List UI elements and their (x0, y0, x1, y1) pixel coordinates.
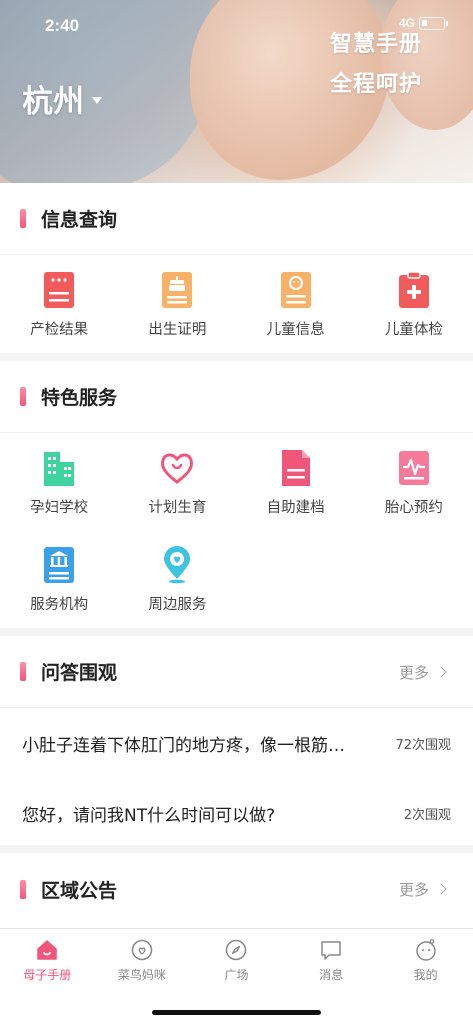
tab-plaza[interactable]: 广场 (189, 929, 284, 991)
service-label: 周边服务 (148, 597, 207, 613)
section-title: 特色服务 (41, 387, 118, 409)
service-label: 自助建档 (266, 500, 325, 516)
school-building-icon (44, 452, 75, 486)
city-name: 杭州 (22, 84, 84, 120)
section-marker (20, 387, 26, 406)
chat-heart-icon (131, 939, 153, 961)
qa-more-link[interactable]: 更多 (398, 636, 447, 708)
city-selector[interactable]: 杭州 (22, 76, 102, 121)
medical-clipboard-icon (398, 271, 429, 308)
qa-section: 问答围观 更多 小肚子连着下体肛门的地方疼，像一根筋… 72次围观 您好，请问我… (0, 636, 473, 845)
tab-label: 母子手册 (23, 968, 72, 982)
tab-profile[interactable]: 我的 (378, 929, 473, 991)
more-label: 更多 (398, 880, 429, 899)
tab-label: 消息 (319, 968, 344, 982)
home-icon (37, 940, 58, 960)
service-label: 产检结果 (30, 322, 89, 338)
section-title: 问答围观 (41, 662, 118, 684)
service-maternity-school[interactable]: 孕妇学校 (0, 433, 118, 530)
service-birth-certificate[interactable]: 出生证明 (118, 255, 236, 352)
chevron-right-icon (435, 666, 447, 678)
cake-certificate-icon (162, 272, 193, 308)
caret-down-icon (92, 97, 102, 104)
service-self-registration[interactable]: 自助建档 (237, 433, 355, 530)
tab-label: 广场 (224, 968, 249, 982)
qa-item[interactable]: 小肚子连着下体肛门的地方疼，像一根筋… 72次围观 (0, 708, 473, 778)
service-child-info[interactable]: 儿童信息 (237, 255, 355, 352)
battery-icon (419, 16, 448, 30)
service-family-planning[interactable]: 计划生育 (118, 433, 236, 530)
notice-more-link[interactable]: 更多 (398, 853, 447, 925)
section-header: 信息查询 (0, 183, 473, 255)
institution-icon (44, 547, 75, 583)
chevron-right-icon (435, 883, 447, 895)
section-header: 特色服务 (0, 361, 473, 433)
service-label: 服务机构 (30, 597, 89, 613)
hero-banner: 2:40 4G 智慧手册 全程呵护 杭州 (0, 0, 473, 183)
tab-new-mom[interactable]: 菜鸟妈咪 (95, 929, 190, 991)
service-nearby[interactable]: 周边服务 (118, 530, 236, 627)
section-header: 区域公告 更多 (0, 853, 473, 925)
section-marker (20, 209, 26, 228)
section-title: 区域公告 (41, 879, 118, 902)
banner-slogan-1: 智慧手册 (330, 32, 423, 57)
qa-item[interactable]: 您好，请问我NT什么时间可以做? 2次围观 (0, 778, 473, 848)
tab-messages[interactable]: 消息 (284, 929, 379, 991)
child-profile-icon (280, 272, 311, 308)
service-label: 出生证明 (148, 322, 207, 338)
service-label: 儿童信息 (266, 322, 325, 338)
tab-label: 菜鸟妈咪 (117, 968, 166, 982)
service-exam-results[interactable]: 产检结果 (0, 255, 118, 352)
location-pin-icon (164, 546, 191, 584)
document-icon (281, 450, 310, 486)
baby-face-icon (415, 939, 436, 961)
qa-question: 小肚子连着下体肛门的地方疼，像一根筋… (22, 735, 345, 756)
qa-question: 您好，请问我NT什么时间可以做? (22, 805, 276, 826)
more-label: 更多 (398, 663, 429, 682)
service-label: 计划生育 (148, 500, 207, 516)
service-label: 儿童体检 (384, 322, 443, 338)
bottom-tab-bar: 母子手册 菜鸟妈咪 广场 消息 我的 (0, 928, 473, 1024)
qa-view-count: 72次围观 (395, 737, 451, 753)
banner-slogan-2: 全程呵护 (330, 72, 423, 97)
report-icon (44, 272, 75, 308)
heartbeat-icon (398, 451, 429, 485)
service-label: 胎心预约 (384, 500, 443, 516)
compass-icon (226, 939, 247, 961)
message-icon (321, 941, 341, 960)
section-title: 信息查询 (41, 209, 118, 231)
qa-view-count: 2次围观 (403, 807, 451, 823)
tab-handbook[interactable]: 母子手册 (0, 929, 95, 991)
home-indicator (152, 1010, 321, 1015)
status-time: 2:40 (45, 16, 80, 35)
service-institutions[interactable]: 服务机构 (0, 530, 118, 627)
notice-section: 区域公告 更多 (0, 853, 473, 928)
service-fetal-heart-booking[interactable]: 胎心预约 (355, 433, 473, 530)
service-child-checkup[interactable]: 儿童体检 (355, 255, 473, 352)
special-services-section: 特色服务 孕妇学校 计划生育 自助建档 胎心预约 服务机构 周边服务 (0, 361, 473, 628)
tab-label: 我的 (413, 968, 438, 982)
info-query-section: 信息查询 产检结果 出生证明 儿童信息 儿童体检 (0, 183, 473, 353)
service-label: 孕妇学校 (30, 500, 89, 516)
heart-icon (161, 453, 194, 484)
section-header: 问答围观 更多 (0, 636, 473, 708)
section-marker (20, 879, 26, 899)
section-marker (20, 662, 26, 681)
